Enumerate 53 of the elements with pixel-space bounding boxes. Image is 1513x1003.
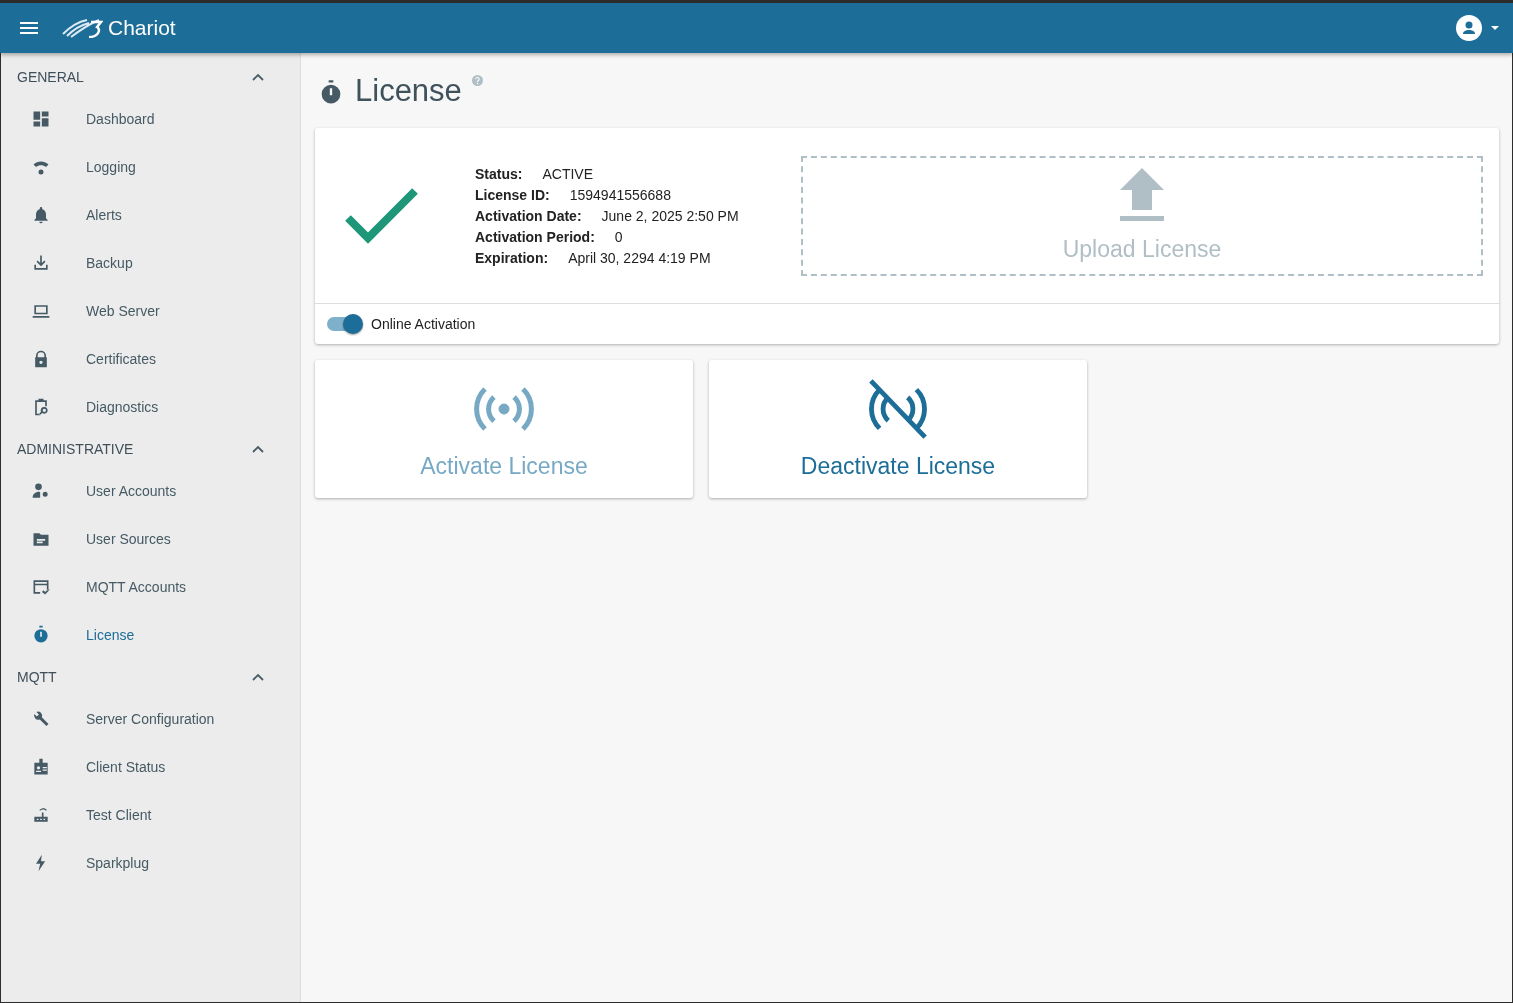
app-title: Chariot	[108, 16, 176, 40]
sidebar-item[interactable]: Web Server	[1, 287, 300, 335]
field-label: Status:	[475, 165, 523, 182]
section-title: GENERAL	[17, 69, 84, 85]
field-label: License ID:	[475, 186, 550, 203]
sidebar-item[interactable]: Logging	[1, 143, 300, 191]
chevron-up-icon[interactable]	[252, 673, 264, 681]
sidebar-item[interactable]: Sparkplug	[1, 839, 300, 887]
menu-item-icon	[31, 757, 51, 777]
upload-label: Upload License	[1062, 236, 1222, 263]
field-label: Activation Date:	[475, 207, 582, 224]
menu-item-icon	[31, 805, 51, 825]
broadcast-off-icon	[866, 378, 930, 439]
action-card[interactable]: Deactivate License	[709, 360, 1087, 498]
toggle-switch[interactable]	[327, 317, 361, 331]
sidebar-item[interactable]: Client Status	[1, 743, 300, 791]
menu-item-icon	[31, 253, 51, 273]
menu-item-icon	[31, 481, 51, 501]
sidebar-item[interactable]: Test Client	[1, 791, 300, 839]
field-value: June 2, 2025 2:50 PM	[601, 207, 739, 224]
field-value: 0	[614, 228, 623, 245]
menu-item-icon	[31, 577, 51, 597]
field-value: ACTIVE	[542, 165, 594, 182]
sidebar-item[interactable]: Certificates	[1, 335, 300, 383]
account-icon[interactable]	[1456, 15, 1482, 41]
sidebar-item[interactable]: Backup	[1, 239, 300, 287]
section-title: MQTT	[17, 669, 57, 685]
field-label: Expiration:	[475, 249, 549, 266]
upload-icon	[1119, 168, 1165, 222]
toggle-label: Online Activation	[371, 316, 476, 332]
caret-icon[interactable]	[1491, 26, 1499, 30]
chevron-up-icon[interactable]	[252, 445, 264, 453]
menu-item-icon	[31, 625, 51, 645]
sidebar-item[interactable]: Server Configuration	[1, 695, 300, 743]
menu-item-icon	[31, 709, 51, 729]
sidebar-item[interactable]: User Accounts	[1, 467, 300, 515]
menu-item-icon	[31, 109, 51, 129]
field-label: Activation Period:	[475, 228, 595, 245]
logo-icon	[61, 18, 103, 38]
field-value: 1594941556688	[569, 186, 671, 203]
sidebar-item[interactable]: Diagnostics	[1, 383, 300, 431]
page-title: License	[355, 72, 462, 109]
section-title: ADMINISTRATIVE	[17, 441, 134, 457]
chevron-up-icon[interactable]	[252, 73, 264, 81]
checkmark-icon	[345, 187, 419, 244]
menu-item-icon	[31, 205, 51, 225]
sidebar-item[interactable]: Dashboard	[1, 95, 300, 143]
menu-icon[interactable]	[20, 22, 38, 34]
sidebar-item[interactable]: User Sources	[1, 515, 300, 563]
sidebar-item[interactable]: Alerts	[1, 191, 300, 239]
sidebar-item[interactable]: License	[1, 611, 300, 659]
sidebar-item[interactable]: MQTT Accounts	[1, 563, 300, 611]
field-value: April 30, 2294 4:19 PM	[568, 249, 711, 266]
